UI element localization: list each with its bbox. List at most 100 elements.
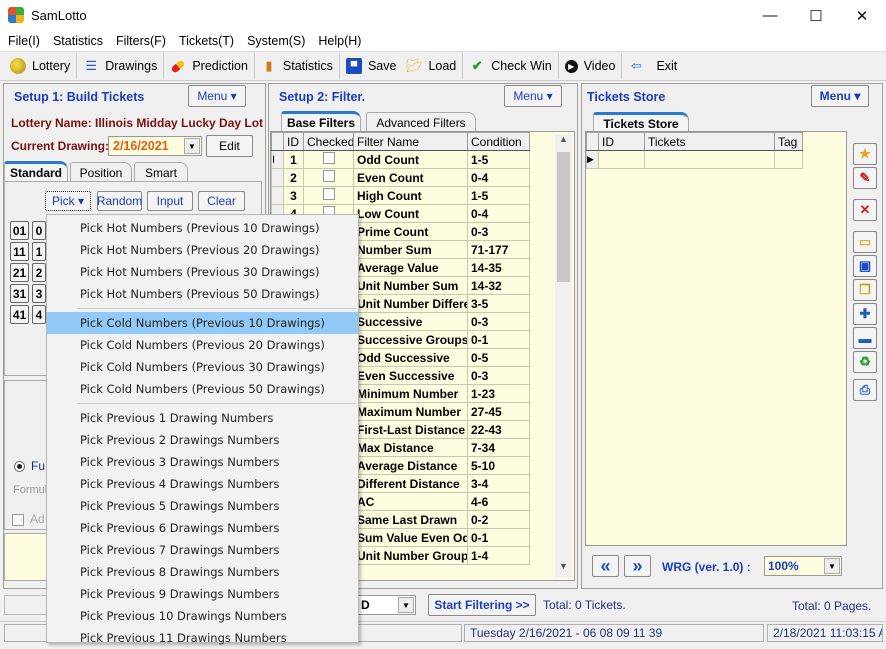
pick-menu-item[interactable]: Pick Cold Numbers (Previous 50 Drawings) <box>47 378 358 400</box>
add-checkbox[interactable] <box>12 514 24 526</box>
filter-condition[interactable]: 14-32 <box>467 276 530 295</box>
filter-condition[interactable]: 5-10 <box>467 456 530 475</box>
filter-condition[interactable]: 0-3 <box>467 312 530 331</box>
menu-help[interactable]: Help(H) <box>310 31 366 48</box>
row-header[interactable] <box>271 168 284 187</box>
folder-open-button[interactable]: ▭ <box>853 231 877 253</box>
start-filtering-button[interactable]: Start Filtering >> <box>428 594 536 616</box>
filter-condition[interactable]: 7-34 <box>467 438 530 457</box>
menu-filters[interactable]: Filters(F) <box>108 31 171 48</box>
pick-menu-item[interactable]: Pick Previous 6 Drawings Numbers <box>47 517 358 539</box>
pick-dropdown-button[interactable]: Pick ▾ <box>45 191 91 211</box>
column-header-id[interactable]: ID <box>283 132 304 151</box>
menu-statistics[interactable]: Statistics <box>45 31 108 48</box>
filter-checkbox[interactable] <box>322 170 335 182</box>
chevron-down-icon[interactable]: ▼ <box>184 138 200 154</box>
filter-condition[interactable]: 0-3 <box>467 366 530 385</box>
toolbar-exit-button[interactable]: ⇦ Exit <box>622 53 683 79</box>
zoom-select[interactable]: 100% ▼ <box>764 556 842 576</box>
filter-condition[interactable]: 71-177 <box>467 240 530 259</box>
filter-condition[interactable]: 1-5 <box>467 186 530 205</box>
ticket-id-cell[interactable] <box>598 150 645 169</box>
number-button[interactable]: 2 <box>32 263 46 282</box>
filter-condition[interactable]: 0-4 <box>467 204 530 223</box>
number-button[interactable]: 11 <box>10 242 29 261</box>
star-folder-button[interactable]: ★ <box>853 143 877 165</box>
filter-mode-select[interactable]: D ▼ <box>356 595 416 615</box>
setup1-menu-button[interactable]: Menu ▾ <box>188 85 246 107</box>
filter-condition[interactable]: 22-43 <box>467 420 530 439</box>
filter-condition[interactable]: 1-23 <box>467 384 530 403</box>
menu-tickets[interactable]: Tickets(T) <box>171 31 239 48</box>
column-header-filter-name[interactable]: Filter Name <box>353 132 468 151</box>
toolbar-checkwin-button[interactable]: ✔ Check Win <box>463 53 559 79</box>
column-header-tickets[interactable]: Tickets <box>644 132 775 151</box>
number-button[interactable]: 01 <box>10 221 29 240</box>
toolbar-save-button[interactable]: ▀ Save 📂︎ Load <box>340 53 464 79</box>
number-button[interactable]: 0 <box>32 221 46 240</box>
filter-condition[interactable]: 0-3 <box>467 222 530 241</box>
column-header-checked[interactable]: Checked <box>303 132 354 151</box>
filter-checkbox[interactable] <box>322 188 335 200</box>
edit-button[interactable]: Edit <box>206 135 253 157</box>
filter-checkbox[interactable] <box>322 152 335 164</box>
pick-menu-item[interactable]: Pick Previous 10 Drawings Numbers <box>47 605 358 627</box>
pick-menu-item[interactable]: Pick Hot Numbers (Previous 30 Drawings) <box>47 261 358 283</box>
table-row[interactable]: 3 High Count 1-5 <box>271 186 530 205</box>
filter-condition[interactable]: 1-5 <box>467 150 530 169</box>
random-button[interactable]: Random <box>97 191 142 211</box>
print-button[interactable]: ⎙ <box>853 379 877 401</box>
scroll-up-icon[interactable]: ▲ <box>555 134 572 151</box>
next-page-button[interactable]: » <box>624 555 651 577</box>
filter-condition[interactable]: 0-2 <box>467 510 530 529</box>
pick-menu-item[interactable]: Pick Hot Numbers (Previous 10 Drawings) <box>47 217 358 239</box>
pick-menu-item[interactable]: Pick Hot Numbers (Previous 20 Drawings) <box>47 239 358 261</box>
minus-button[interactable]: ▬ <box>853 327 877 349</box>
tab-smart[interactable]: Smart <box>134 162 188 182</box>
filter-condition[interactable]: 3-4 <box>467 474 530 493</box>
toolbar-video-button[interactable]: ▶ Video <box>559 53 623 79</box>
filter-condition[interactable]: 3-5 <box>467 294 530 313</box>
previous-page-button[interactable]: « <box>592 555 619 577</box>
input-button[interactable]: Input <box>147 191 193 211</box>
plus-button[interactable]: ✚ <box>853 303 877 325</box>
filter-checked-cell[interactable] <box>303 186 354 205</box>
store-menu-button[interactable]: Menu ▾ <box>811 85 869 107</box>
copy-pages-button[interactable]: ❐ <box>853 279 877 301</box>
number-button[interactable]: 21 <box>10 263 29 282</box>
filter-condition[interactable]: 14-35 <box>467 258 530 277</box>
menu-file[interactable]: File(I) <box>0 31 45 48</box>
pick-menu-item[interactable]: Pick Previous 3 Drawings Numbers <box>47 451 358 473</box>
filter-condition[interactable]: 0-1 <box>467 528 530 547</box>
pick-menu-item[interactable]: Pick Previous 1 Drawing Numbers <box>47 407 358 429</box>
recycle-button[interactable]: ♻ <box>853 351 877 373</box>
filter-condition[interactable]: 1-4 <box>467 546 530 565</box>
toolbar-prediction-button[interactable]: Prediction <box>164 53 255 79</box>
filter-condition[interactable]: 0-5 <box>467 348 530 367</box>
column-header-condition[interactable]: Condition <box>467 132 530 151</box>
pick-menu-item[interactable]: Pick Cold Numbers (Previous 30 Drawings) <box>47 356 358 378</box>
table-row[interactable]: I 1 Odd Count 1-5 <box>271 150 530 169</box>
tab-tickets-store[interactable]: Tickets Store <box>593 112 689 132</box>
pick-menu-item[interactable]: Pick Cold Numbers (Previous 10 Drawings) <box>47 312 358 334</box>
number-button[interactable]: 41 <box>10 305 29 324</box>
pick-menu-item[interactable]: Pick Cold Numbers (Previous 20 Drawings) <box>47 334 358 356</box>
pick-menu-item[interactable]: Pick Previous 11 Drawings Numbers <box>47 627 358 649</box>
scroll-down-icon[interactable]: ▼ <box>555 561 572 578</box>
ticket-cell[interactable] <box>644 150 775 169</box>
formula-radio[interactable] <box>14 461 25 472</box>
pick-menu-item[interactable]: Pick Previous 8 Drawings Numbers <box>47 561 358 583</box>
save-floppy-button[interactable]: ▣ <box>853 255 877 277</box>
delete-x-button[interactable]: ✕ <box>853 199 877 221</box>
filter-scrollbar[interactable]: ▲ ▼ <box>555 134 572 578</box>
brush-button[interactable]: ✎ <box>853 167 877 189</box>
filter-condition[interactable]: 0-4 <box>467 168 530 187</box>
scroll-thumb[interactable] <box>557 152 570 282</box>
toolbar-load-button[interactable]: Load <box>428 59 456 73</box>
number-button[interactable]: 4 <box>32 305 46 324</box>
minimize-button[interactable]: — <box>747 0 793 31</box>
pick-menu-item[interactable]: Pick Previous 7 Drawings Numbers <box>47 539 358 561</box>
number-button[interactable]: 1 <box>32 242 46 261</box>
toolbar-drawings-button[interactable]: ☰ Drawings <box>77 53 165 79</box>
clear-button[interactable]: Clear <box>198 191 245 211</box>
